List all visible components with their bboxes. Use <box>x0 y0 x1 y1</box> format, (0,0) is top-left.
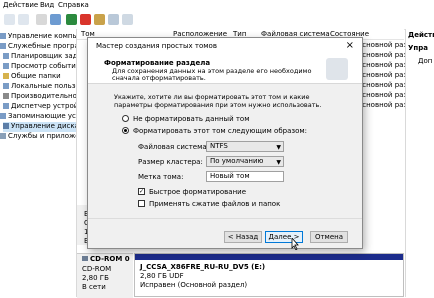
quick-format-label[interactable]: Быстрое форматирование <box>149 188 246 196</box>
folder-icon <box>3 73 9 79</box>
new-simple-volume-wizard: Мастер создания простых томов × Форматир… <box>87 37 363 250</box>
radio-no-format-label[interactable]: Не форматировать данный том <box>133 115 250 123</box>
actions-pane: Действ Упра Доп <box>405 29 434 297</box>
dialog-title: Мастер создания простых томов <box>96 42 217 50</box>
volume-bar <box>135 254 403 260</box>
volume-label-label: Метка тома: <box>138 173 184 181</box>
volume-label-input[interactable]: Новый том <box>206 171 284 182</box>
cluster-size-label: Размер кластера: <box>138 158 203 166</box>
chevron-down-icon: ▼ <box>276 159 281 166</box>
radio-format-label[interactable]: Форматировать этот том следующим образом… <box>133 127 307 135</box>
back-button[interactable]: < Назад <box>224 231 262 243</box>
disk-icon <box>3 123 9 129</box>
filesystem-select[interactable]: NTFS ▼ <box>206 141 284 152</box>
performance-icon <box>3 93 9 99</box>
cdrom-status: В сети <box>82 283 106 291</box>
instruction-text: Укажите, хотите ли вы форматировать этот… <box>114 93 322 109</box>
cancel-button[interactable]: Отмена <box>310 231 348 243</box>
divider <box>88 218 362 219</box>
cdrom-volume-label: J_CCSA_X86FRE_RU-RU_DV5 (E:) <box>140 263 266 271</box>
quick-format-checkbox[interactable]: ✓ <box>138 188 145 195</box>
users-icon <box>3 83 9 89</box>
menu-view[interactable]: Вид <box>40 1 54 9</box>
cursor-icon <box>291 238 299 250</box>
compression-checkbox[interactable] <box>138 200 145 207</box>
radio-no-format[interactable] <box>122 115 129 122</box>
storage-icon <box>0 113 6 119</box>
cdrom-name: CD-ROM 0 <box>90 255 130 263</box>
menu-action[interactable]: Действие <box>3 1 38 9</box>
dialog-subheading: Для сохранения данных на этом разделе ег… <box>112 67 312 82</box>
tree-item-services[interactable]: Службы и приложения <box>0 132 76 142</box>
tree-item-local-users[interactable]: Локальные пользов <box>3 82 76 92</box>
actions-more[interactable]: Доп <box>418 57 432 65</box>
tree-item-performance[interactable]: Производительность <box>3 92 76 102</box>
actions-disk-management[interactable]: Упра <box>408 44 428 52</box>
navigation-tree: Управление компьютером (л Служебные прог… <box>0 29 77 297</box>
toolbar <box>0 11 434 30</box>
chevron-down-icon: ▼ <box>276 144 281 151</box>
tree-item-shared-folders[interactable]: Общие папки <box>3 72 61 82</box>
disk-map-cdrom[interactable]: CD-ROM 0 CD-ROM 2,80 ГБ В сети <box>77 253 133 298</box>
computer-icon <box>0 33 6 39</box>
delete-icon[interactable] <box>80 14 91 25</box>
tree-item-event-viewer[interactable]: Просмотр событий <box>3 62 76 72</box>
cdrom-volume[interactable]: J_CCSA_X86FRE_RU-RU_DV5 (E:) 2,80 ГБ UDF… <box>134 253 404 297</box>
menu-help[interactable]: Справка <box>58 1 89 9</box>
tree-item-disk-management[interactable]: Управление дисками <box>3 122 76 132</box>
tree-item-device-manager[interactable]: Диспетчер устройств <box>3 102 76 112</box>
disk-wizard-icon <box>326 58 348 80</box>
radio-format[interactable] <box>122 127 129 134</box>
tree-item-computer-management[interactable]: Управление компьютером (л <box>0 32 76 42</box>
help-icon[interactable] <box>50 14 61 25</box>
actions-header: Действ <box>408 31 434 39</box>
tree-item-task-scheduler[interactable]: Планировщик задан <box>3 52 76 62</box>
cdrom-type: CD-ROM <box>82 265 112 273</box>
properties-icon[interactable] <box>36 14 47 25</box>
menu-bar: Действие Вид Справка <box>0 0 434 11</box>
view-icon[interactable] <box>122 14 133 25</box>
tree-item-storage[interactable]: Запоминающие устройст <box>0 112 76 122</box>
tools-icon <box>0 43 6 49</box>
dialog-titlebar[interactable]: Мастер создания простых томов × <box>88 38 362 53</box>
cdrom-size: 2,80 ГБ <box>82 274 109 282</box>
dialog-heading: Форматирование раздела <box>104 59 211 67</box>
clock-icon <box>3 53 9 59</box>
tree-item-system-tools[interactable]: Служебные программы <box>0 42 76 52</box>
filesystem-label: Файловая система: <box>138 143 210 151</box>
dialog-header: Форматирование раздела Для сохранения да… <box>88 53 362 84</box>
device-icon <box>3 103 9 109</box>
event-icon <box>3 63 9 69</box>
cdrom-icon <box>82 256 88 261</box>
back-icon[interactable] <box>4 14 15 25</box>
services-icon <box>0 133 6 139</box>
close-icon[interactable]: × <box>346 40 354 51</box>
open-folder-icon[interactable] <box>94 14 105 25</box>
cdrom-volume-size: 2,80 ГБ UDF <box>140 272 184 280</box>
search-icon[interactable] <box>108 14 119 25</box>
forward-icon[interactable] <box>18 14 29 25</box>
cluster-size-select[interactable]: По умолчанию ▼ <box>206 156 284 167</box>
compression-label[interactable]: Применять сжатие файлов и папок <box>149 200 280 208</box>
cdrom-volume-status: Исправен (Основной раздел) <box>140 281 248 289</box>
connect-icon[interactable] <box>66 14 77 25</box>
